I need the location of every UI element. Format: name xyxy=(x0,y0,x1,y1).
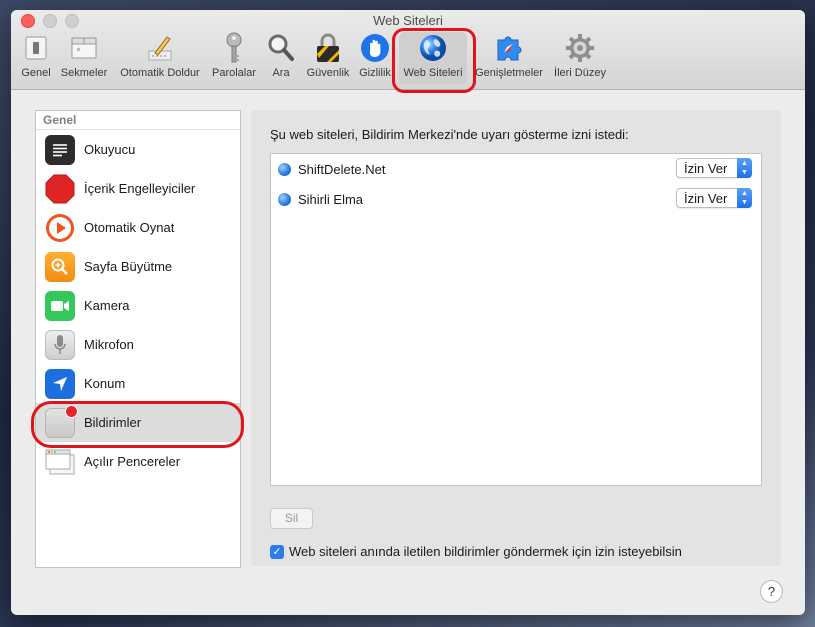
sidebar-item-label: Mikrofon xyxy=(84,337,134,352)
globe-icon xyxy=(278,192,291,206)
permission-value: İzin Ver xyxy=(684,161,728,176)
list-item[interactable]: ShiftDelete.Net İzin Ver ▲ ▼ xyxy=(271,154,761,184)
tab-autofill[interactable]: Otomatik Doldur xyxy=(116,32,204,84)
globe-icon xyxy=(278,162,291,176)
zoom-icon xyxy=(45,251,75,282)
allow-requests-option[interactable]: ✓ Web siteleri anında iletilen bildiriml… xyxy=(270,544,682,559)
permission-value: İzin Ver xyxy=(684,191,728,206)
remove-button[interactable]: Sil xyxy=(270,508,313,529)
tabs-icon xyxy=(70,35,98,64)
tab-privacy-label: Gizlilik xyxy=(359,67,391,79)
main-panel: Şu web siteleri, Bildirim Merkezi'nde uy… xyxy=(251,110,781,566)
list-item[interactable]: Sihirli Elma İzin Ver ▲ ▼ xyxy=(271,184,761,214)
sidebar-item-microphone[interactable]: Mikrofon xyxy=(36,325,240,364)
permission-select[interactable]: İzin Ver ▲ ▼ xyxy=(676,158,752,178)
popup-windows-icon xyxy=(45,447,75,477)
sidebar: Genel Okuyucu İçerik Engelleyiciler Otom… xyxy=(35,110,241,568)
tab-advanced[interactable]: İleri Düzey xyxy=(552,32,608,84)
tab-autofill-label: Otomatik Doldur xyxy=(120,67,200,79)
site-name: Sihirli Elma xyxy=(298,191,364,207)
help-button[interactable]: ? xyxy=(760,580,783,603)
gear-icon xyxy=(564,32,596,67)
sidebar-header: Genel xyxy=(36,111,240,130)
tab-search[interactable]: Ara xyxy=(267,32,295,84)
sidebar-item-label: Otomatik Oynat xyxy=(84,220,175,235)
tab-general-label: Genel xyxy=(21,67,51,79)
permission-caption: Şu web siteleri, Bildirim Merkezi'nde uy… xyxy=(270,127,629,142)
sidebar-item-notifications[interactable]: Bildirimler xyxy=(36,403,240,442)
puzzle-icon xyxy=(493,33,525,66)
hand-icon xyxy=(360,33,390,66)
sidebar-item-label: Sayfa Büyütme xyxy=(84,259,173,274)
tab-websites[interactable]: Web Siteleri xyxy=(399,32,467,84)
allow-requests-label: Web siteleri anında iletilen bildirimler… xyxy=(289,544,682,559)
sidebar-item-popup-windows[interactable]: Açılır Pencereler xyxy=(36,442,240,481)
sidebar-item-autoplay[interactable]: Otomatik Oynat xyxy=(36,208,240,247)
site-list: ShiftDelete.Net İzin Ver ▲ ▼ Sihirli Elma… xyxy=(270,153,762,486)
toolbar: Genel Sekmeler Otomatik Doldur Parolalar… xyxy=(11,32,805,88)
stop-sign-icon xyxy=(45,174,75,204)
tab-search-label: Ara xyxy=(272,67,290,79)
allow-requests-checkbox[interactable]: ✓ xyxy=(270,544,284,559)
notification-badge xyxy=(65,404,78,418)
sidebar-item-label: Açılır Pencereler xyxy=(84,454,181,469)
tab-advanced-label: İleri Düzey xyxy=(554,67,606,79)
key-icon xyxy=(222,31,246,68)
sidebar-item-label: Okuyucu xyxy=(84,142,136,157)
site-name: ShiftDelete.Net xyxy=(298,161,386,177)
window-title: Web Siteleri xyxy=(373,13,443,28)
sidebar-item-reader[interactable]: Okuyucu xyxy=(36,130,240,169)
microphone-icon xyxy=(45,329,75,360)
tab-extensions[interactable]: Genişletmeler xyxy=(472,32,546,84)
tab-tabs-label: Sekmeler xyxy=(60,67,108,79)
notifications-icon xyxy=(45,404,78,438)
switch-icon xyxy=(23,35,49,64)
tab-extensions-label: Genişletmeler xyxy=(475,67,543,79)
tab-websites-label: Web Siteleri xyxy=(403,67,463,79)
titlebar: Web Siteleri Genel Sekmeler Otomatik Dol… xyxy=(11,10,805,93)
permission-select[interactable]: İzin Ver ▲ ▼ xyxy=(676,188,752,208)
sidebar-item-label: Kamera xyxy=(84,298,130,313)
pencil-icon xyxy=(145,33,175,66)
location-arrow-icon xyxy=(45,368,75,399)
tab-passwords-label: Parolalar xyxy=(211,67,257,79)
camera-icon xyxy=(45,290,75,321)
chevron-updown-icon: ▲ ▼ xyxy=(737,188,752,208)
play-icon xyxy=(45,213,75,243)
magnifier-icon xyxy=(267,33,295,66)
sidebar-item-label: Bildirimler xyxy=(84,415,142,430)
globe-icon xyxy=(418,33,448,66)
tab-privacy[interactable]: Gizlilik xyxy=(356,32,394,84)
sidebar-item-location[interactable]: Konum xyxy=(36,364,240,403)
sidebar-item-content-blockers[interactable]: İçerik Engelleyiciler xyxy=(36,169,240,208)
tab-security[interactable]: Güvenlik xyxy=(303,32,353,84)
sidebar-item-page-zoom[interactable]: Sayfa Büyütme xyxy=(36,247,240,286)
tab-security-label: Güvenlik xyxy=(306,67,350,79)
chevron-updown-icon: ▲ ▼ xyxy=(737,158,752,178)
tab-passwords[interactable]: Parolalar xyxy=(210,32,258,84)
tab-general[interactable]: Genel xyxy=(19,32,53,84)
sidebar-item-label: Konum xyxy=(84,376,126,391)
padlock-icon xyxy=(314,32,342,67)
sidebar-item-label: İçerik Engelleyiciler xyxy=(84,181,196,196)
reader-icon xyxy=(45,134,75,165)
tab-tabs[interactable]: Sekmeler xyxy=(58,32,110,84)
sidebar-item-camera[interactable]: Kamera xyxy=(36,286,240,325)
preferences-window: Web Siteleri Genel Sekmeler Otomatik Dol… xyxy=(11,10,805,615)
